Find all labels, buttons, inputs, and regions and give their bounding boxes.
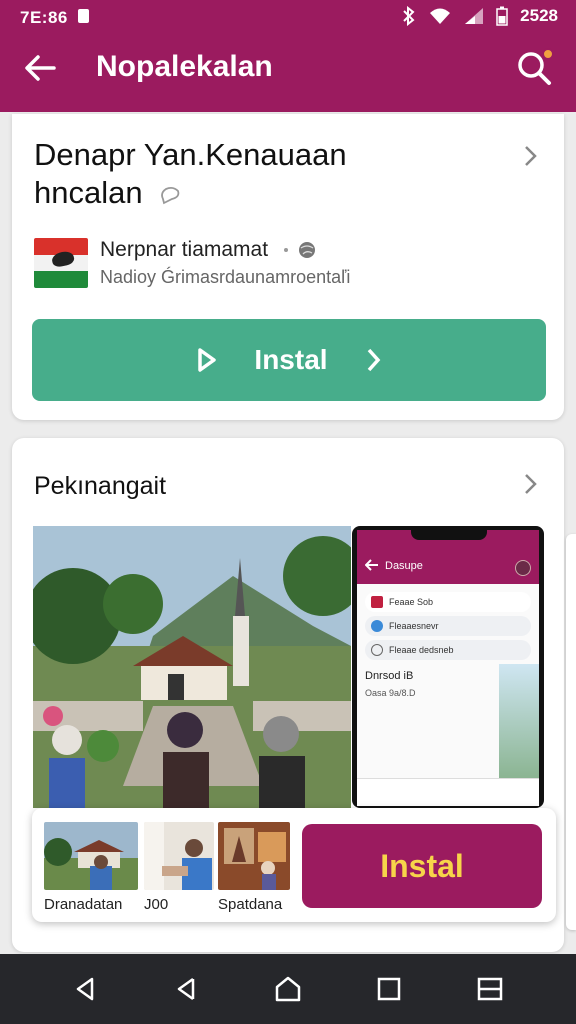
bluetooth-icon xyxy=(403,6,415,26)
signal-icon xyxy=(465,8,484,24)
app-header: 7E:86 2528 Nopalekalan xyxy=(0,0,576,112)
screenshot-phone[interactable]: Dasupe Feaae Sob Fleaaesnevr Fleaae deds… xyxy=(352,526,544,808)
thumbnail-3-label: Spatdana xyxy=(218,896,283,913)
nav-back-icon xyxy=(177,977,195,1001)
install-button-label: Instal xyxy=(254,344,328,375)
status-bar: 7E:86 2528 xyxy=(0,0,576,34)
search-button[interactable] xyxy=(514,48,554,88)
globe-icon xyxy=(299,242,315,258)
nav-back-button[interactable] xyxy=(167,969,207,1009)
status-time: 7E:86 xyxy=(20,8,68,27)
comment-icon xyxy=(161,186,180,205)
install-button[interactable]: Instal xyxy=(32,319,546,401)
phone-title: Dasupe xyxy=(385,560,423,572)
phone-label: Dnrsod iB xyxy=(365,670,414,682)
avatar xyxy=(515,560,531,576)
page-title: Nopalekalan xyxy=(96,50,273,83)
wifi-icon xyxy=(430,8,451,24)
play-icon xyxy=(198,348,217,372)
thumbnail-3[interactable] xyxy=(218,822,290,890)
section-title: Pekınangait xyxy=(34,472,167,500)
status-icons: 2528 xyxy=(402,6,558,26)
separator-dot xyxy=(284,248,288,252)
notification-icon xyxy=(78,9,89,23)
app-title-line2: hncalan xyxy=(34,175,143,210)
thumbnail-1-label: Dranadatan xyxy=(44,896,123,913)
phone-row-1: Feaae Sob xyxy=(365,592,531,612)
battery-icon xyxy=(496,6,508,26)
next-card-peek[interactable] xyxy=(566,534,576,930)
nav-recents-button[interactable] xyxy=(369,969,409,1009)
thumbnail-image xyxy=(44,822,138,890)
notification-badge xyxy=(542,48,554,60)
install-button-label: Instal xyxy=(380,847,464,884)
status-clock: 2528 xyxy=(520,6,558,25)
phone-row-3: Fleaae dedsneb xyxy=(365,640,531,660)
phone-notch xyxy=(411,530,487,540)
arrow-left-icon xyxy=(25,55,56,81)
nav-recents-icon xyxy=(377,977,401,1001)
screenshot-photo[interactable] xyxy=(33,526,351,808)
publisher-name: Nerpnar tiamamat xyxy=(100,238,269,261)
app-card[interactable]: Denapr Yan.Kenauaan hncalan Nerpnar tiam… xyxy=(12,114,564,420)
chevron-right-icon xyxy=(367,348,380,372)
thumbnail-image xyxy=(144,822,214,890)
publisher-subtitle: Nadioy Ǵrimasrdaunamroentaľi xyxy=(100,267,351,287)
chevron-right-icon[interactable] xyxy=(520,472,540,496)
install-button-secondary[interactable]: Instal xyxy=(302,824,542,908)
nav-menu-icon xyxy=(477,977,502,1001)
thumbnail-2[interactable] xyxy=(144,822,214,890)
nav-back-outline-icon xyxy=(77,977,94,1001)
thumbnail-1[interactable] xyxy=(44,822,138,890)
app-title: Denapr Yan.Kenauaan hncalan xyxy=(34,136,454,212)
temple-scene-image xyxy=(33,526,351,808)
thumbnail-2-label: J00 xyxy=(144,896,169,913)
publisher-logo xyxy=(34,238,88,288)
nav-home-button[interactable] xyxy=(268,969,308,1009)
nav-back-outline-button[interactable] xyxy=(66,969,106,1009)
app-title-line1: Denapr Yan.Kenauaan xyxy=(34,137,347,172)
phone-screen: Dasupe Feaae Sob Fleaaesnevr Fleaae deds… xyxy=(357,530,539,806)
system-nav-bar xyxy=(0,954,576,1024)
thumbnail-image xyxy=(218,822,290,890)
nav-home-icon xyxy=(275,976,301,1002)
arrow-left-icon xyxy=(365,559,378,571)
chevron-right-icon[interactable] xyxy=(520,144,540,168)
phone-sub: Oasa 9a/8.D xyxy=(365,688,416,698)
phone-bottom-bar xyxy=(357,778,539,806)
back-button[interactable] xyxy=(22,50,62,86)
nav-menu-button[interactable] xyxy=(470,969,510,1009)
phone-row-2: Fleaaesnevr xyxy=(365,616,531,636)
install-strip: Dranadatan J00 Spatdana Instal xyxy=(32,808,556,922)
